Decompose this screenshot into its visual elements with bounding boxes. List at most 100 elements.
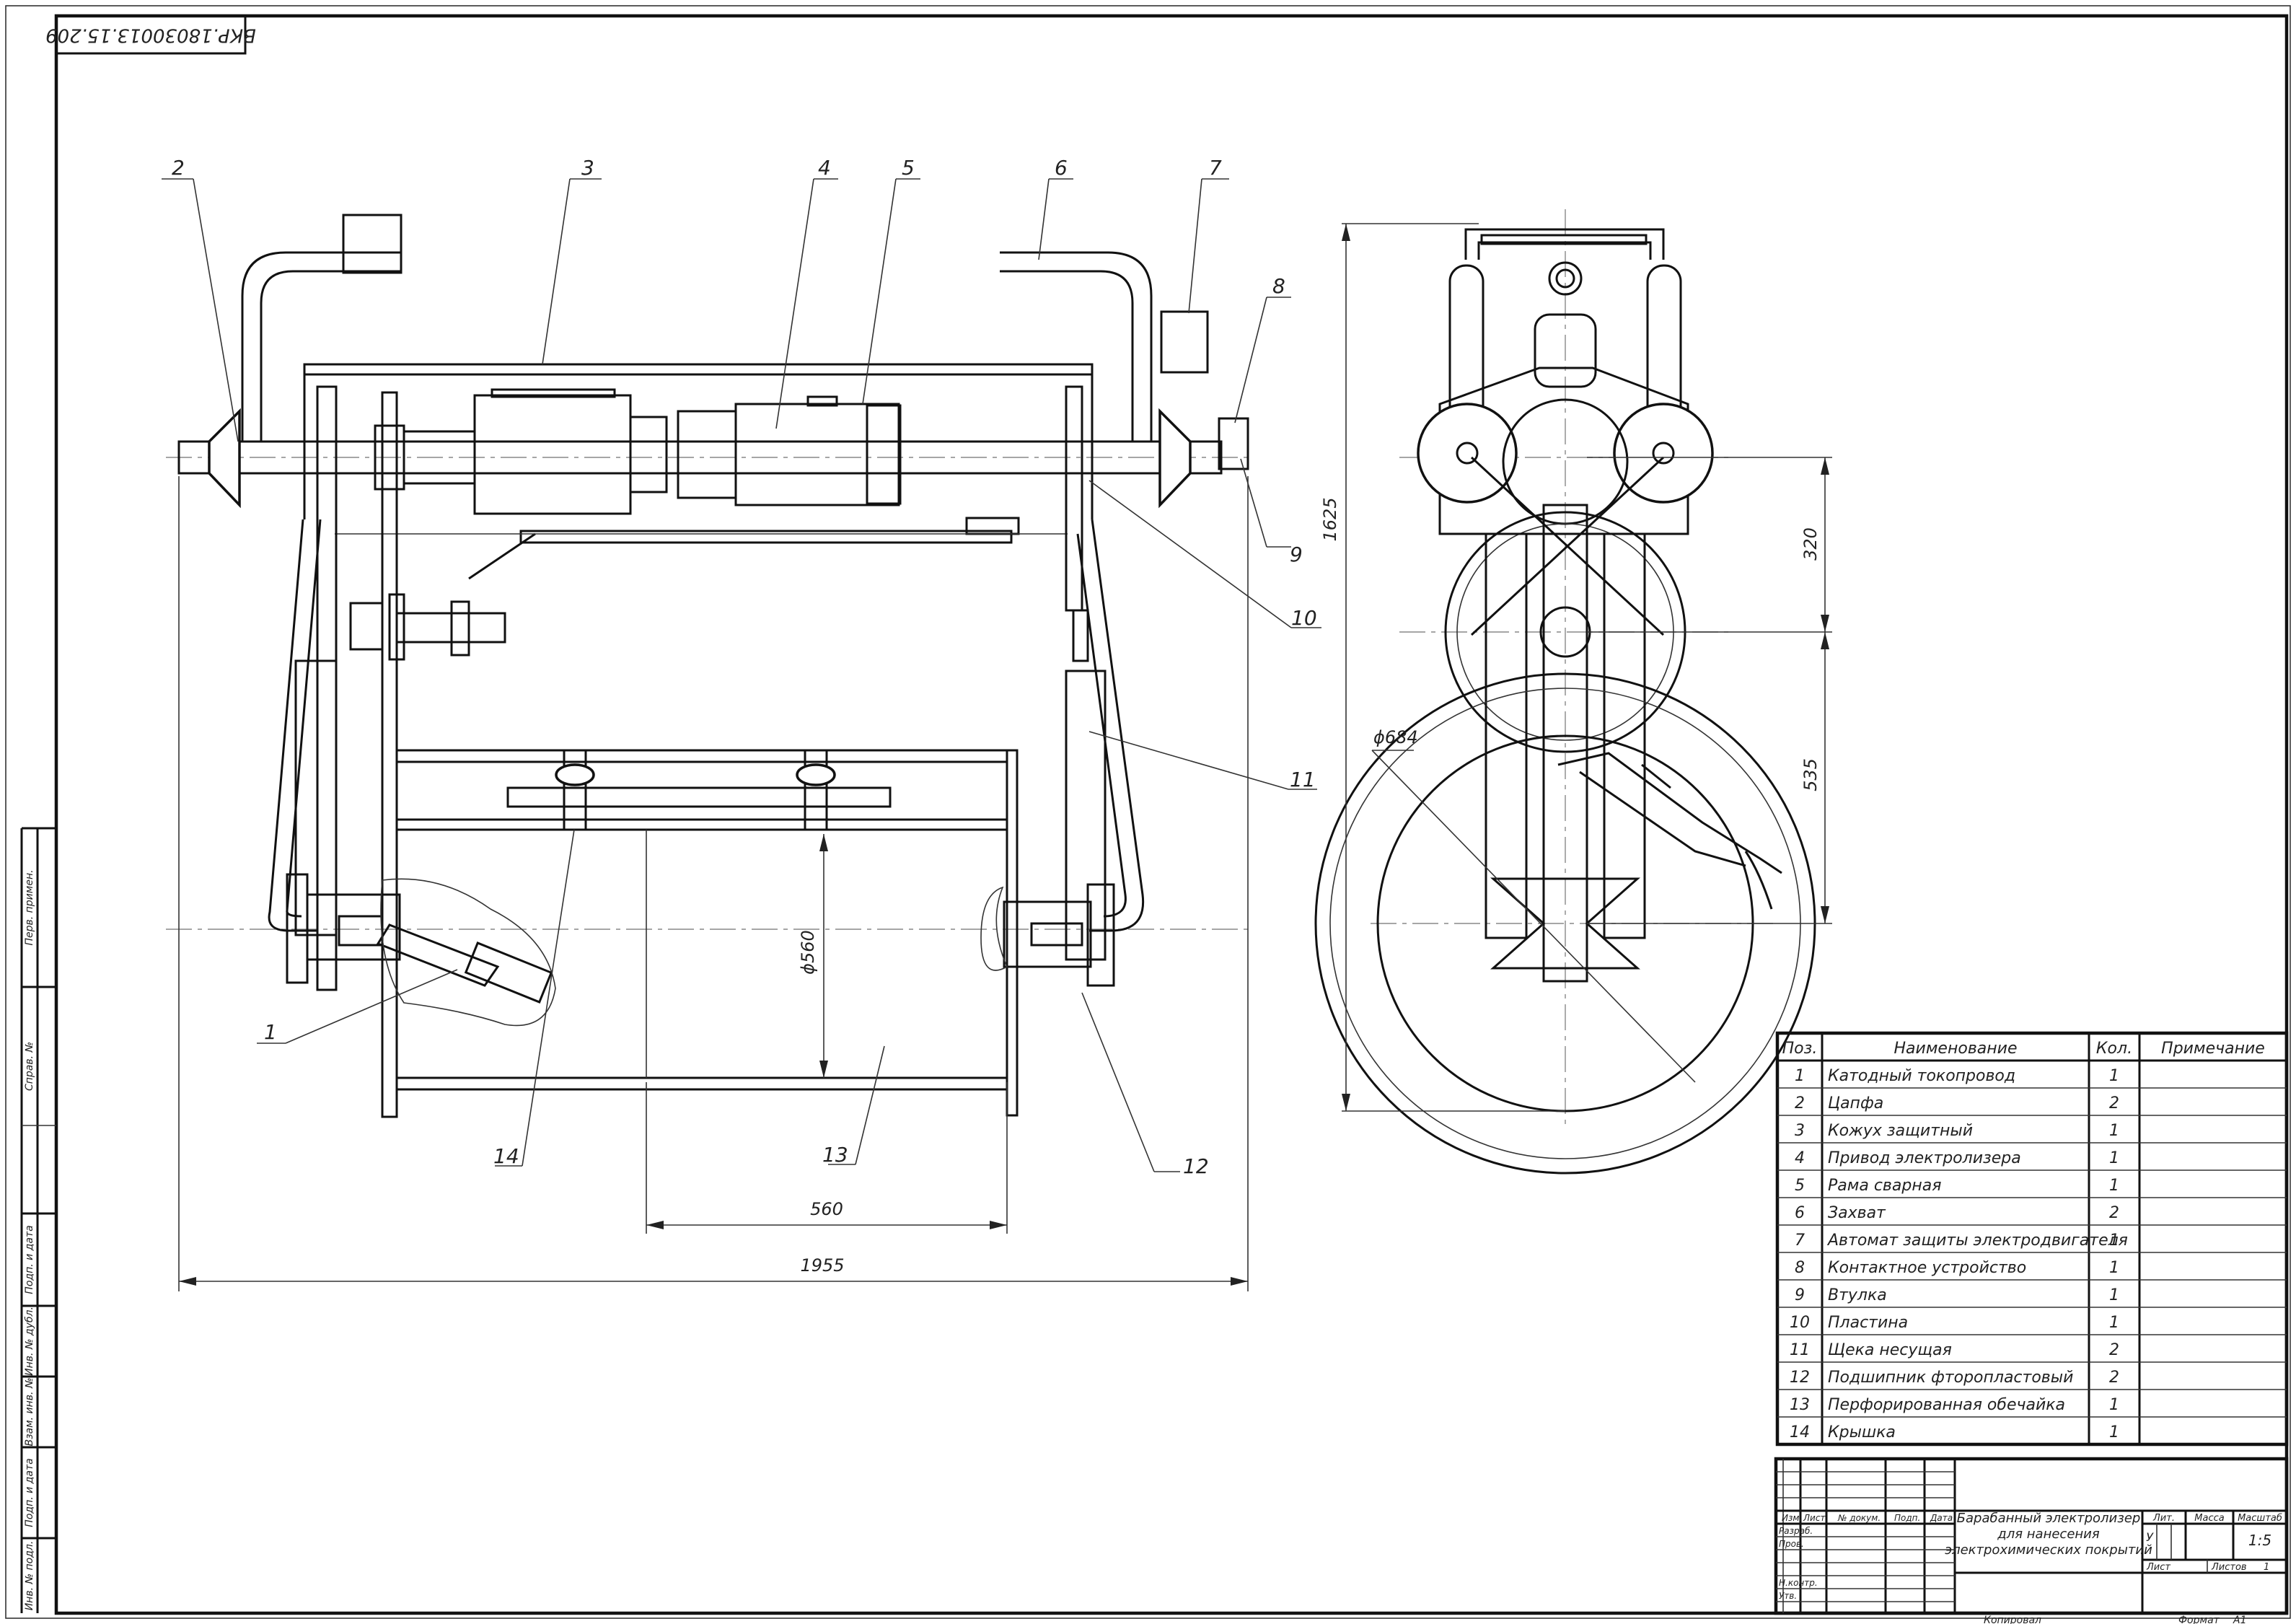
callout-labels: 1 2 3 4 5 6 7 8 9 10 11 12 13 14 <box>172 156 1317 1178</box>
spec-row-qty: 2 <box>2109 1341 2119 1359</box>
spec-row-pos: 10 <box>1790 1314 1810 1332</box>
spec-row-pos: 6 <box>1795 1204 1805 1222</box>
callout-5: 5 <box>902 156 915 180</box>
tb-col-izm: Изм. <box>1782 1513 1802 1523</box>
spec-row-pos: 9 <box>1795 1286 1805 1304</box>
tb-sheets-label: Листов <box>2211 1562 2247 1573</box>
tb-col-doc: № докум. <box>1837 1513 1881 1523</box>
tb-scale-label: Масштаб <box>2238 1513 2282 1524</box>
callout-14: 14 <box>493 1144 519 1168</box>
spec-row-qty: 1 <box>2109 1286 2119 1304</box>
callout-9: 9 <box>1290 543 1303 566</box>
callout-11: 11 <box>1290 768 1316 791</box>
designation-stamp: ВКР.18030013.15.209 <box>45 14 256 55</box>
spec-header-pos: Поз. <box>1782 1040 1818 1058</box>
spec-row: 3 Кожух защитный 1 <box>1795 1122 2119 1140</box>
callout-7: 7 <box>1209 156 1222 180</box>
callout-3: 3 <box>581 156 594 180</box>
callout-8: 8 <box>1272 274 1285 298</box>
tb-lit-value: У <box>2146 1530 2154 1544</box>
tb-scale-value: 1:5 <box>2248 1532 2271 1549</box>
spec-row-qty: 1 <box>2109 1314 2119 1332</box>
spec-row-name: Подшипник фторопластовый <box>1828 1369 2073 1387</box>
spec-row-name: Привод электролизера <box>1828 1149 2021 1167</box>
dim-spacing-lower: 535 <box>1800 758 1821 791</box>
spec-row-qty: 1 <box>2109 1396 2119 1414</box>
footer-format-value: А1 <box>2233 1615 2246 1624</box>
front-view <box>166 214 1249 1118</box>
dim-drum-length: 560 <box>810 1199 843 1219</box>
spec-row-pos: 12 <box>1790 1369 1810 1387</box>
spec-row-name: Цапфа <box>1828 1094 1883 1112</box>
spec-row-qty: 2 <box>2109 1369 2119 1387</box>
spec-table: Поз. Наименование Кол. Примечание 1 Като… <box>1775 1031 2289 1447</box>
spec-row-name: Рама сварная <box>1828 1177 1941 1195</box>
spec-row-name: Щека несущая <box>1828 1341 1952 1359</box>
spec-row: 6 Захват 2 <box>1795 1204 2119 1222</box>
spec-row-name: Втулка <box>1828 1286 1887 1304</box>
spec-row: 11 Щека несущая 2 <box>1790 1341 2119 1359</box>
side-stamp-label-1: Перв. примен. <box>24 869 35 945</box>
spec-row-qty: 1 <box>2109 1423 2119 1441</box>
spec-row-qty: 1 <box>2109 1177 2119 1195</box>
side-stamp-label-6: Подп. и дата <box>24 1458 35 1527</box>
side-view <box>1314 209 1816 1175</box>
callout-10: 10 <box>1291 606 1317 630</box>
tb-lit-label: Лит. <box>2152 1513 2175 1524</box>
footer: Копировал Формат А1 <box>1984 1615 2246 1624</box>
title-block: Изм. Лист № докум. Подп. Дата Разраб. Пр… <box>1774 1457 2289 1615</box>
side-stamp-label-2: Справ. № <box>24 1042 35 1091</box>
spec-row: 10 Пластина 1 <box>1790 1314 2119 1332</box>
spec-row-qty: 1 <box>2109 1122 2119 1140</box>
spec-row: 7 Автомат защиты электродвигателя 1 <box>1795 1232 2128 1250</box>
spec-row-name: Контактное устройство <box>1828 1259 2026 1277</box>
footer-copied: Копировал <box>1984 1615 2041 1624</box>
spec-row: 5 Рама сварная 1 <box>1795 1177 2119 1195</box>
tb-row-checked: Пров. <box>1779 1539 1804 1549</box>
dim-outer-diameter: ϕ684 <box>1373 727 1418 747</box>
tb-col-date: Дата <box>1930 1513 1953 1523</box>
spec-header-name: Наименование <box>1894 1040 2018 1058</box>
callout-13: 13 <box>822 1143 848 1167</box>
spec-row: 14 Крышка 1 <box>1790 1423 2119 1441</box>
spec-row-name: Катодный токопровод <box>1828 1067 2015 1085</box>
tb-col-sign: Подп. <box>1894 1513 1920 1523</box>
spec-row-qty: 1 <box>2109 1232 2119 1250</box>
spec-row-qty: 1 <box>2109 1067 2119 1085</box>
side-stamp-label-7: Инв. № подл. <box>24 1541 35 1611</box>
spec-row-pos: 7 <box>1795 1232 1805 1250</box>
spec-row: 8 Контактное устройство 1 <box>1795 1259 2119 1277</box>
spec-row-qty: 2 <box>2109 1204 2119 1222</box>
tb-title-line-1: Барабанный электролизер <box>1957 1511 2141 1526</box>
side-stamp-label-3: Подп. и дата <box>24 1225 35 1294</box>
callout-6: 6 <box>1055 156 1068 180</box>
spec-header-note: Примечание <box>2161 1040 2265 1058</box>
side-stamp: Перв. примен. Справ. № Подп. и дата Инв.… <box>20 827 56 1613</box>
tb-mass-label: Масса <box>2194 1513 2224 1524</box>
callout-4: 4 <box>818 156 831 180</box>
spec-row-pos: 1 <box>1795 1067 1805 1085</box>
footer-format-label: Формат <box>2178 1615 2220 1624</box>
tb-row-normcontrol: Н.контр. <box>1779 1578 1818 1588</box>
spec-header-qty: Кол. <box>2096 1040 2132 1058</box>
tb-title-line-2: для нанесения <box>1997 1527 2100 1542</box>
tb-row-approved: Утв. <box>1779 1591 1797 1601</box>
spec-row-pos: 5 <box>1795 1177 1805 1195</box>
callout-2: 2 <box>172 156 185 180</box>
tb-title-line-3: электрохимических покрытий <box>1945 1542 2152 1558</box>
spec-row: 1 Катодный токопровод 1 <box>1795 1067 2119 1085</box>
spec-row-name: Крышка <box>1828 1423 1896 1441</box>
spec-row: 12 Подшипник фторопластовый 2 <box>1790 1369 2119 1387</box>
tb-col-list: Лист <box>1803 1513 1826 1523</box>
side-stamp-label-5: Взам. инв. № <box>24 1377 35 1446</box>
callout-1: 1 <box>264 1020 277 1044</box>
dim-drum-diameter: ϕ560 <box>798 930 818 975</box>
spec-row: 4 Привод электролизера 1 <box>1795 1149 2119 1167</box>
tb-sheets-value: 1 <box>2264 1562 2269 1573</box>
spec-row-pos: 13 <box>1790 1396 1810 1414</box>
tb-sheet-label: Лист <box>2146 1562 2170 1573</box>
callout-12: 12 <box>1183 1154 1209 1178</box>
spec-row-pos: 14 <box>1790 1423 1810 1441</box>
spec-row-name: Автомат защиты электродвигателя <box>1826 1232 2128 1250</box>
spec-row-qty: 1 <box>2109 1149 2119 1167</box>
